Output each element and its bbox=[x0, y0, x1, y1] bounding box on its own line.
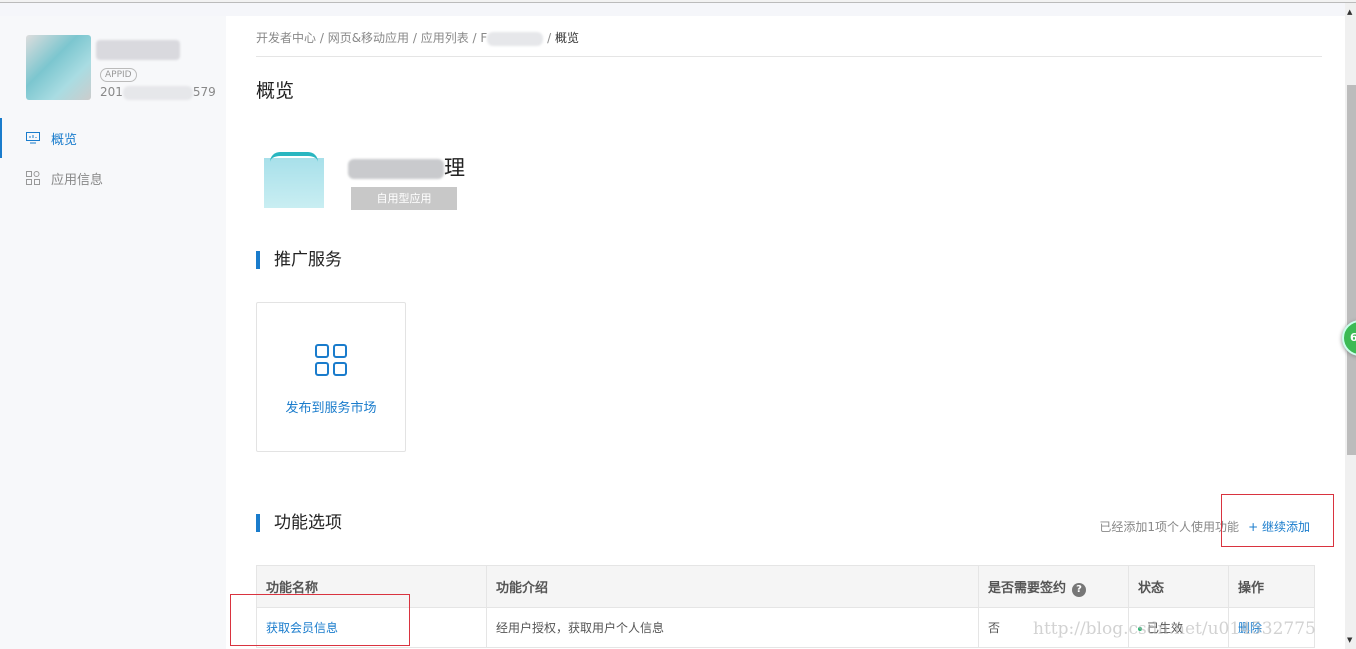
breadcrumb-app[interactable]: F bbox=[480, 31, 543, 45]
appid-badge: APPID bbox=[100, 68, 137, 82]
top-bar bbox=[0, 3, 1345, 16]
col-action: 操作 bbox=[1229, 566, 1315, 608]
grid-icon bbox=[25, 170, 41, 186]
appid-value: 201 579 bbox=[100, 85, 216, 100]
help-icon[interactable]: ? bbox=[1072, 583, 1086, 597]
app-type-badge: 自用型应用 bbox=[351, 187, 457, 210]
app-avatar bbox=[26, 35, 91, 100]
dashboard-icon bbox=[25, 130, 41, 146]
annotation-box-feature-name bbox=[230, 594, 410, 646]
breadcrumb-web-mobile[interactable]: 网页&移动应用 bbox=[328, 31, 409, 45]
section-title-features: 功能选项 bbox=[256, 514, 342, 532]
added-count-text: 已经添加1项个人使用功能 bbox=[1099, 518, 1239, 535]
breadcrumb-developer-center[interactable]: 开发者中心 bbox=[256, 31, 316, 45]
scrollbar-thumb[interactable] bbox=[1347, 85, 1356, 455]
feature-desc: 经用户授权，获取用户个人信息 bbox=[487, 608, 979, 648]
appid-blurred bbox=[123, 86, 193, 100]
section-title-promo: 推广服务 bbox=[256, 251, 342, 269]
sidebar-item-label: 概览 bbox=[51, 129, 77, 148]
appid-prefix: 201 bbox=[100, 85, 123, 99]
breadcrumb-app-blurred bbox=[487, 32, 543, 46]
delete-link[interactable]: 删除 bbox=[1238, 621, 1262, 635]
col-sign: 是否需要签约? bbox=[979, 566, 1129, 608]
breadcrumb-current: 概览 bbox=[555, 31, 579, 45]
col-sign-label: 是否需要签约 bbox=[988, 581, 1066, 596]
breadcrumb: 开发者中心 / 网页&移动应用 / 应用列表 / F / 概览 bbox=[256, 29, 579, 46]
page-title: 概览 bbox=[256, 76, 294, 103]
sidebar-item-app-info[interactable]: 应用信息 bbox=[0, 158, 226, 198]
publish-to-market-label: 发布到服务市场 bbox=[257, 397, 405, 416]
table-row: 获取会员信息 经用户授权，获取用户个人信息 否 已生效 删除 bbox=[257, 608, 1315, 648]
scroll-up-arrow-icon[interactable]: ▲ bbox=[1347, 8, 1352, 16]
table-header: 功能名称 功能介绍 是否需要签约? 状态 操作 bbox=[257, 566, 1315, 608]
features-table: 功能名称 功能介绍 是否需要签约? 状态 操作 获取会员信息 经用户授权，获取用… bbox=[256, 565, 1315, 648]
sidebar-item-overview[interactable]: 概览 bbox=[0, 118, 226, 158]
breadcrumb-app-list[interactable]: 应用列表 bbox=[421, 31, 469, 45]
col-status: 状态 bbox=[1129, 566, 1229, 608]
divider bbox=[256, 56, 1322, 57]
app-name-blurred bbox=[348, 159, 444, 179]
feature-status: 已生效 bbox=[1129, 608, 1229, 648]
app-name-suffix: 理 bbox=[444, 156, 465, 180]
breadcrumb-app-prefix: F bbox=[480, 31, 487, 45]
status-text: 已生效 bbox=[1147, 621, 1183, 635]
feature-sign: 否 bbox=[979, 608, 1129, 648]
status-dot-icon bbox=[1138, 627, 1142, 631]
sidebar-item-label: 应用信息 bbox=[51, 169, 103, 188]
app-name-blurred bbox=[96, 40, 180, 60]
annotation-box-add-more bbox=[1221, 494, 1334, 547]
sidebar: APPID 201 579 概览 应用信息 bbox=[0, 16, 226, 649]
app-icon bbox=[264, 158, 324, 208]
publish-to-market-card[interactable]: 发布到服务市场 bbox=[256, 302, 406, 452]
scroll-down-arrow-icon[interactable]: ▼ bbox=[1347, 636, 1352, 644]
col-desc: 功能介绍 bbox=[487, 566, 979, 608]
app-name: 理 bbox=[348, 152, 465, 182]
grid-icon bbox=[314, 343, 348, 377]
appid-suffix: 579 bbox=[193, 85, 216, 99]
